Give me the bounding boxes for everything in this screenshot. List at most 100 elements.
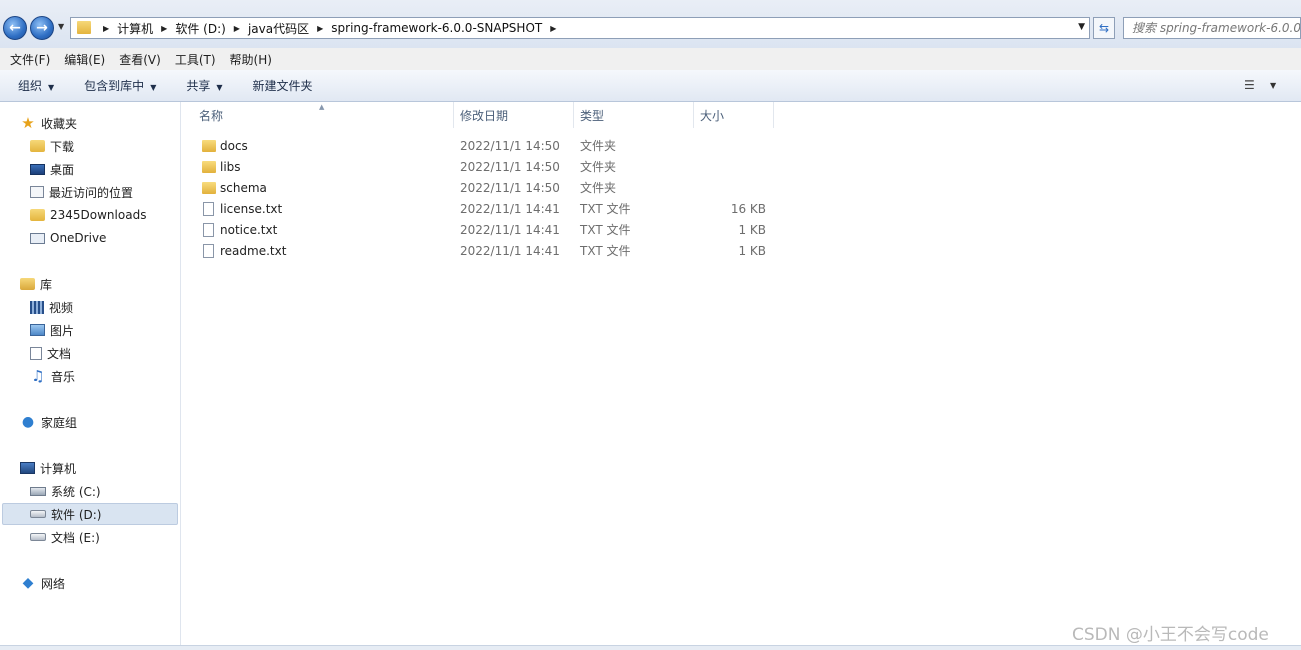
download-folder-icon [30, 140, 45, 152]
file-row[interactable]: schema 2022/11/1 14:50 文件夹 [181, 178, 781, 199]
nav-homegroup[interactable]: ● 家庭组 [20, 411, 77, 433]
search-input[interactable]: 搜索 spring-framework-6.0.0-S [1123, 17, 1301, 39]
breadcrumb-drive-d[interactable]: 软件 (D:) [175, 20, 225, 37]
file-row[interactable]: libs 2022/11/1 14:50 文件夹 [181, 157, 781, 178]
nav-item-desktop[interactable]: 桌面 [30, 158, 74, 180]
homegroup-icon: ● [21, 414, 35, 430]
file-name: schema [220, 181, 267, 195]
organize-label: 组织 [18, 79, 43, 93]
nav-item-label: 文档 (E:) [51, 530, 100, 545]
breadcrumb-spring-folder[interactable]: spring-framework-6.0.0-SNAPSHOT [331, 21, 542, 35]
folder-icon [202, 140, 216, 152]
refresh-button[interactable]: ⇆ [1093, 17, 1115, 39]
column-header-size[interactable]: 大小 [694, 102, 774, 128]
file-type: TXT 文件 [580, 202, 631, 216]
nav-item-recent-places[interactable]: 最近访问的位置 [30, 181, 133, 203]
chevron-right-icon[interactable]: ▶ [161, 24, 167, 33]
breadcrumb-computer[interactable]: 计算机 [117, 20, 153, 37]
drive-icon [30, 533, 46, 541]
menu-help[interactable]: 帮助(H) [230, 51, 272, 68]
nav-item-downloads[interactable]: 下载 [30, 135, 74, 157]
breadcrumb: ▶ 计算机 ▶ 软件 (D:) ▶ java代码区 ▶ spring-frame… [95, 18, 564, 38]
view-options-icon[interactable]: ☰ [1244, 78, 1255, 92]
column-header-name[interactable]: 名称 [193, 102, 454, 128]
view-options-chevron-down-icon[interactable]: ▼ [1270, 81, 1276, 90]
forward-button[interactable]: → [30, 16, 54, 40]
folder-icon [202, 161, 216, 173]
onedrive-icon [30, 232, 45, 244]
chevron-right-icon[interactable]: ▶ [317, 24, 323, 33]
menu-tools[interactable]: 工具(T) [175, 51, 216, 68]
library-icon [20, 278, 35, 290]
nav-network[interactable]: ◆ 网络 [20, 572, 65, 594]
nav-libraries-label: 库 [40, 277, 53, 292]
column-header-date[interactable]: 修改日期 [454, 102, 574, 128]
nav-item-drive-d[interactable]: 软件 (D:) [2, 503, 178, 525]
include-library-button[interactable]: 包含到库中 ▼ [84, 77, 156, 94]
breadcrumb-java-folder[interactable]: java代码区 [248, 20, 309, 37]
chevron-right-icon[interactable]: ▶ [103, 24, 109, 33]
navigation-pane: ★ 收藏夹 下载 桌面 最近访问的位置 2345Downloads OneDri… [0, 102, 181, 645]
share-button[interactable]: 共享 ▼ [186, 77, 222, 94]
nav-network-label: 网络 [41, 576, 66, 591]
nav-item-documents[interactable]: 文档 [30, 342, 71, 364]
text-file-icon [203, 223, 214, 237]
video-icon [30, 300, 44, 314]
file-name: readme.txt [220, 244, 287, 258]
file-size: 1 KB [738, 223, 766, 237]
file-type: 文件夹 [580, 139, 617, 153]
nav-computer[interactable]: 计算机 [20, 457, 76, 479]
organize-button[interactable]: 组织 ▼ [18, 77, 54, 94]
file-row[interactable]: docs 2022/11/1 14:50 文件夹 [181, 136, 781, 157]
nav-item-label: 图片 [50, 323, 75, 338]
recent-pages-chevron-down-icon[interactable]: ▼ [58, 22, 64, 31]
address-bar[interactable]: ▶ 计算机 ▶ 软件 (D:) ▶ java代码区 ▶ spring-frame… [70, 17, 1090, 39]
menu-file[interactable]: 文件(F) [10, 51, 50, 68]
file-name: notice.txt [220, 223, 278, 237]
nav-item-label: 2345Downloads [50, 208, 147, 222]
menu-edit[interactable]: 编辑(E) [64, 51, 105, 68]
folder-icon [77, 21, 91, 34]
file-type: 文件夹 [580, 181, 617, 195]
file-row[interactable]: readme.txt 2022/11/1 14:41 TXT 文件 1 KB [181, 241, 781, 262]
file-row[interactable]: notice.txt 2022/11/1 14:41 TXT 文件 1 KB [181, 220, 781, 241]
nav-item-music[interactable]: ♫ 音乐 [30, 365, 75, 387]
watermark: CSDN @小王不会写code [1072, 625, 1269, 645]
file-type: TXT 文件 [580, 244, 631, 258]
nav-libraries[interactable]: 库 [20, 273, 52, 295]
file-row[interactable]: license.txt 2022/11/1 14:41 TXT 文件 16 KB [181, 199, 781, 220]
share-label: 共享 [186, 79, 211, 93]
menu-bar: 文件(F) 编辑(E) 查看(V) 工具(T) 帮助(H) [0, 48, 1301, 70]
recent-places-icon [30, 186, 44, 198]
address-dropdown-chevron-down-icon[interactable]: ▼ [1078, 22, 1085, 32]
file-name: docs [220, 139, 248, 153]
column-header-type[interactable]: 类型 [574, 102, 694, 128]
chevron-right-icon[interactable]: ▶ [550, 24, 556, 33]
menu-view[interactable]: 查看(V) [119, 51, 161, 68]
nav-item-onedrive[interactable]: OneDrive [30, 227, 106, 249]
file-list: ▲ 名称 修改日期 类型 大小 docs 2022/11/1 14:50 文件夹 li… [181, 102, 1301, 645]
nav-item-drive-e[interactable]: 文档 (E:) [30, 526, 100, 548]
folder-icon [202, 182, 216, 194]
network-icon: ◆ [22, 575, 34, 591]
nav-item-pictures[interactable]: 图片 [30, 319, 74, 341]
nav-favorites[interactable]: ★ 收藏夹 [20, 112, 77, 134]
nav-item-videos[interactable]: 视频 [30, 296, 73, 318]
file-name: license.txt [220, 202, 283, 216]
document-icon [30, 346, 42, 360]
nav-item-label: 软件 (D:) [51, 507, 102, 522]
new-folder-button[interactable]: 新建文件夹 [253, 77, 313, 94]
nav-item-label: 音乐 [51, 369, 76, 384]
nav-favorites-label: 收藏夹 [41, 116, 78, 131]
nav-item-label: 视频 [49, 300, 74, 315]
nav-item-drive-c[interactable]: 系统 (C:) [30, 480, 101, 502]
arrow-left-icon: ← [9, 20, 21, 36]
back-button[interactable]: ← [3, 16, 27, 40]
nav-item-2345downloads[interactable]: 2345Downloads [30, 204, 146, 226]
status-bar [0, 645, 1301, 650]
include-library-label: 包含到库中 [84, 79, 145, 93]
desktop-icon [30, 163, 45, 175]
chevron-right-icon[interactable]: ▶ [234, 24, 240, 33]
nav-item-label: 下载 [50, 139, 75, 154]
folder-icon [30, 209, 45, 221]
